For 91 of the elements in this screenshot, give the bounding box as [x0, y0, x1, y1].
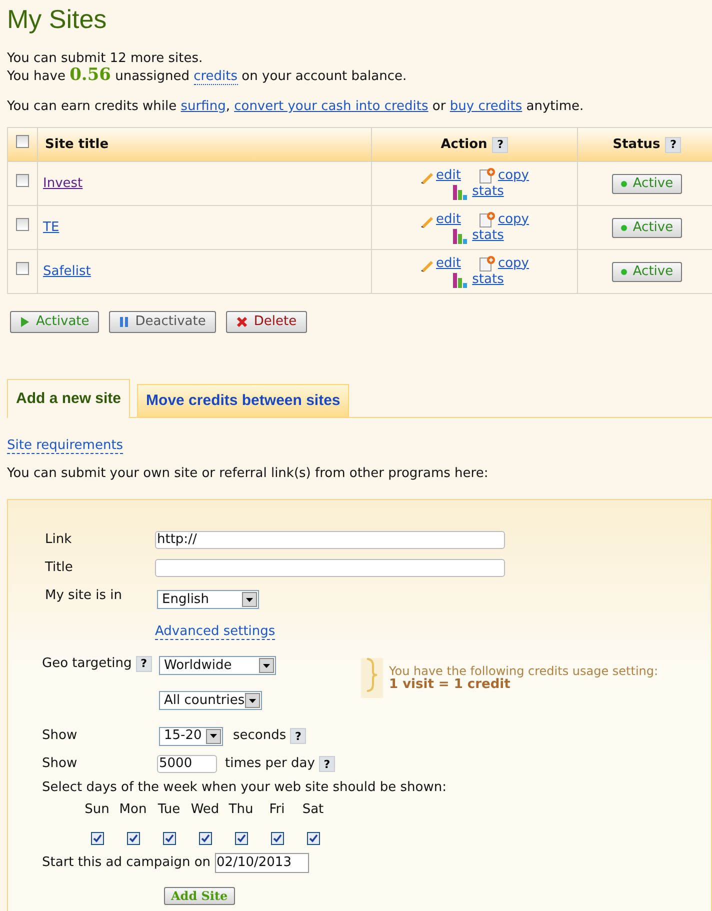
- tab[interactable]: Add a new site: [7, 379, 130, 418]
- day-label: Mon: [119, 801, 147, 819]
- field-label: My site is in: [45, 587, 124, 605]
- column-header: Site title: [45, 136, 109, 154]
- field-label: Show: [42, 727, 78, 746]
- day-checkbox[interactable]: [306, 832, 320, 844]
- day-checkbox[interactable]: [198, 832, 212, 844]
- help-button[interactable]: ?: [290, 728, 306, 744]
- stats-link[interactable]: stats: [472, 184, 504, 200]
- day-label: Fri: [269, 801, 285, 819]
- row-checkbox[interactable]: [16, 262, 29, 275]
- note-text: You have the following credits usage setting:: [389, 664, 658, 678]
- info-text: You can submit 12 more sites.: [7, 51, 204, 67]
- text-link[interactable]: convert your cash into credits: [234, 99, 428, 114]
- cross-icon: [236, 316, 248, 328]
- link-field[interactable]: http://: [155, 531, 505, 549]
- field-label: Link: [45, 531, 73, 550]
- caret-icon: [210, 734, 217, 738]
- days-label: Select days of the week when your web site should be shown:: [42, 779, 448, 797]
- day-checkbox[interactable]: [270, 832, 284, 844]
- help-button[interactable]: ?: [665, 136, 682, 152]
- status-button[interactable]: Active: [612, 262, 682, 282]
- info-text: You have 0.56 unassigned credits on your account balance.: [7, 67, 408, 85]
- site-title-link[interactable]: Safelist: [43, 264, 91, 279]
- action-button[interactable]: Deactivate: [109, 311, 216, 333]
- day-label: Sat: [302, 801, 324, 819]
- description-text: You can submit your own site or referral link(s) from other programs here:: [7, 464, 490, 482]
- action-button[interactable]: Activate: [10, 311, 100, 333]
- requirements-link[interactable]: Site requirements: [7, 438, 124, 454]
- note-value: 1 visit = 1 credit: [389, 678, 510, 692]
- stats-link[interactable]: stats: [472, 228, 504, 244]
- document-add-icon: [478, 168, 495, 184]
- status-button[interactable]: Active: [612, 218, 682, 238]
- page-title: My Sites: [7, 3, 108, 35]
- info-text: You can earn credits while surfing, convert your cash into credits or buy credits anytime.: [7, 99, 585, 115]
- dropdown[interactable]: English: [157, 590, 259, 610]
- day-checkbox[interactable]: [90, 832, 104, 844]
- field-label: Start this ad campaign on: [42, 854, 211, 872]
- caret-icon: [246, 598, 253, 602]
- copy-link[interactable]: copy: [498, 256, 529, 272]
- play-icon: [20, 316, 30, 328]
- text-link[interactable]: surfing: [180, 99, 226, 114]
- document-add-icon: [478, 212, 495, 228]
- title-field[interactable]: [155, 559, 505, 577]
- brace-icon: [361, 658, 383, 698]
- edit-link[interactable]: edit: [436, 168, 461, 184]
- day-label: Thu: [228, 801, 254, 819]
- bar-chart-icon: [453, 228, 470, 244]
- row-checkbox[interactable]: [16, 218, 29, 231]
- field-label: Show: [42, 755, 78, 774]
- credits-link[interactable]: credits: [194, 69, 238, 85]
- day-label: Tue: [158, 801, 180, 819]
- day-checkbox[interactable]: [126, 832, 140, 844]
- dropdown[interactable]: All countries: [159, 691, 262, 710]
- dropdown[interactable]: 15-20: [159, 726, 223, 746]
- site-title-link[interactable]: TE: [43, 220, 60, 235]
- help-button[interactable]: ?: [318, 756, 335, 772]
- help-button[interactable]: ?: [136, 656, 152, 672]
- tab[interactable]: Move credits between sites: [137, 384, 350, 417]
- document-add-icon: [478, 256, 495, 272]
- unit-label: times per day: [225, 755, 315, 774]
- caret-icon: [263, 664, 270, 668]
- row-checkbox[interactable]: [16, 174, 29, 187]
- action-button[interactable]: Delete: [226, 311, 307, 333]
- bar-chart-icon: [453, 184, 470, 200]
- caret-icon: [249, 698, 256, 702]
- column-header: Action: [440, 136, 488, 154]
- day-checkbox[interactable]: [162, 832, 176, 844]
- advanced-settings-link[interactable]: Advanced settings: [155, 624, 276, 640]
- dropdown[interactable]: Worldwide: [159, 656, 276, 675]
- day-label: Wed: [190, 801, 220, 819]
- copy-link[interactable]: copy: [498, 168, 529, 184]
- edit-link[interactable]: edit: [436, 256, 461, 272]
- status-button[interactable]: Active: [612, 174, 682, 194]
- date-field[interactable]: 02/10/2013: [214, 852, 309, 872]
- text-link[interactable]: buy credits: [450, 99, 522, 114]
- help-button[interactable]: ?: [492, 136, 508, 152]
- bar-chart-icon: [453, 272, 470, 288]
- day-label: Sun: [84, 801, 110, 819]
- field-label: Title: [45, 559, 74, 578]
- select-all-checkbox[interactable]: [16, 134, 29, 148]
- frequency-field[interactable]: 5000: [157, 755, 217, 773]
- stats-link[interactable]: stats: [472, 272, 504, 288]
- day-checkbox[interactable]: [234, 832, 248, 844]
- site-title-link[interactable]: Invest: [43, 176, 83, 191]
- edit-link[interactable]: edit: [436, 212, 461, 228]
- unit-label: seconds: [233, 727, 286, 746]
- copy-link[interactable]: copy: [498, 212, 529, 228]
- column-header: Status: [612, 136, 660, 154]
- field-label: Geo targeting: [42, 655, 132, 673]
- pause-icon: [119, 316, 130, 328]
